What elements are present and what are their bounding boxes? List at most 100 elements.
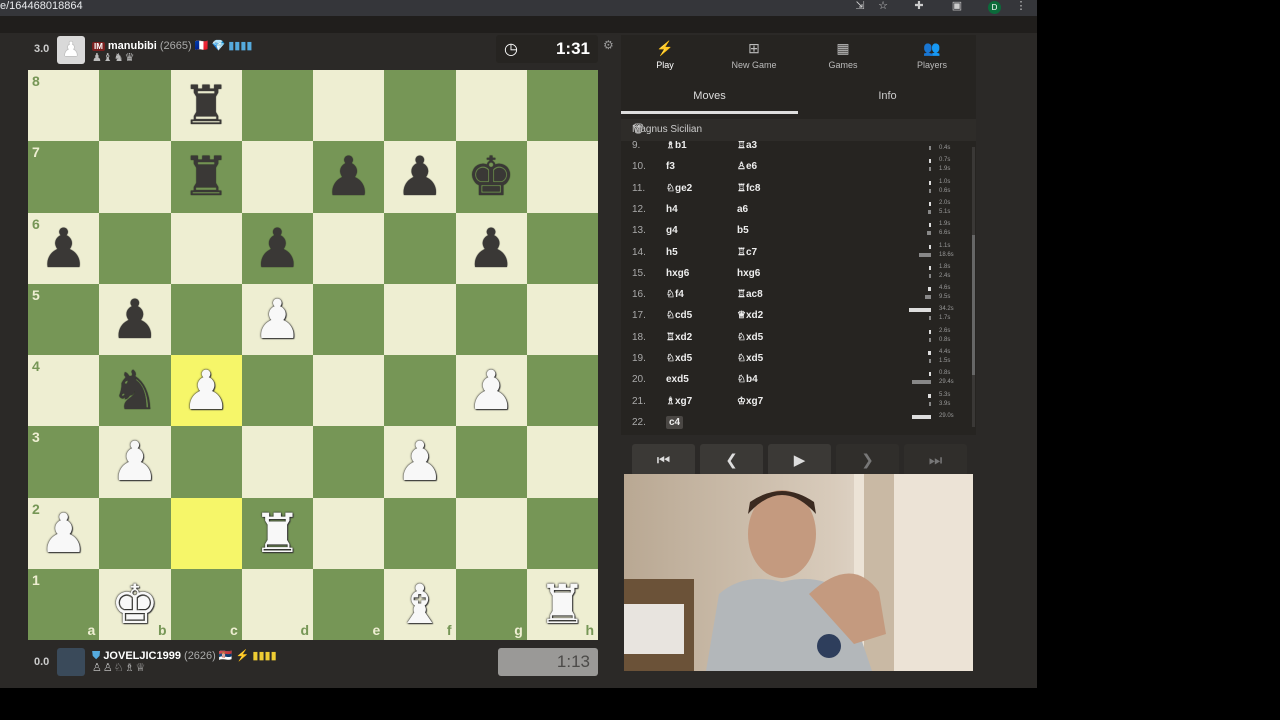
square-a7[interactable]: 7 xyxy=(28,141,100,213)
black-move[interactable]: ♔xg7 xyxy=(737,396,763,407)
next-move-button[interactable]: ❯ xyxy=(836,444,899,476)
chess-board[interactable]: 8 ♜ 7 ♜ ♟ ♟ ♚ 6 ♟ ♟ ♟ 5 ♟ ♟ 4 ♞ ♟ ♟ 3 ♟ ♟ 2 ♟ ♜ 1 a b ♚ c d e f ♝ g h ♜ xyxy=(28,70,598,640)
chess-piece-b5[interactable]: ♟ xyxy=(99,284,170,355)
square-d1[interactable]: d xyxy=(241,568,313,640)
square-f4[interactable] xyxy=(384,355,456,427)
square-a4[interactable]: 4 xyxy=(28,355,100,427)
black-move[interactable]: b5 xyxy=(737,225,749,236)
square-a5[interactable]: 5 xyxy=(28,283,100,355)
square-c1[interactable]: c xyxy=(170,568,242,640)
square-f5[interactable] xyxy=(384,283,456,355)
tab-info[interactable]: Info xyxy=(799,81,976,114)
square-a2[interactable]: 2 ♟ xyxy=(28,497,100,569)
star-icon[interactable]: ☆ xyxy=(876,0,890,13)
address-bar[interactable]: e/164468018864 xyxy=(0,0,83,13)
white-move[interactable]: c4 xyxy=(666,415,684,429)
bottom-player-avatar[interactable] xyxy=(57,648,85,676)
scrollbar-thumb[interactable] xyxy=(972,235,975,375)
square-h1[interactable]: h ♜ xyxy=(526,568,598,640)
square-e6[interactable] xyxy=(313,212,385,284)
profile-avatar[interactable]: D xyxy=(988,1,1001,14)
square-e1[interactable]: e xyxy=(313,568,385,640)
square-b3[interactable]: ♟ xyxy=(99,426,171,498)
square-d8[interactable] xyxy=(241,70,313,142)
chess-piece-c7[interactable]: ♜ xyxy=(171,141,242,212)
square-g2[interactable] xyxy=(455,497,527,569)
chess-piece-c4[interactable]: ♟ xyxy=(171,355,242,426)
square-f1[interactable]: f ♝ xyxy=(384,568,456,640)
install-icon[interactable]: ⇲ xyxy=(853,0,867,13)
chess-piece-h1[interactable]: ♜ xyxy=(527,569,598,640)
square-d6[interactable]: ♟ xyxy=(241,212,313,284)
square-h4[interactable] xyxy=(526,355,598,427)
square-h7[interactable] xyxy=(526,141,598,213)
chess-piece-d5[interactable]: ♟ xyxy=(242,284,313,355)
chess-piece-f3[interactable]: ♟ xyxy=(384,426,455,497)
square-g8[interactable] xyxy=(455,70,527,142)
square-b2[interactable] xyxy=(99,497,171,569)
white-move[interactable]: exd5 xyxy=(666,374,689,385)
black-move[interactable]: ♘xd5 xyxy=(737,353,763,364)
black-move[interactable]: ♖fc8 xyxy=(737,183,760,194)
chess-piece-b4[interactable]: ♞ xyxy=(99,355,170,426)
square-h3[interactable] xyxy=(526,426,598,498)
white-move[interactable]: ♘xd5 xyxy=(666,353,692,364)
square-g4[interactable]: ♟ xyxy=(455,355,527,427)
last-move-button[interactable]: ⏭ xyxy=(904,444,967,476)
tab-moves[interactable]: Moves xyxy=(621,81,798,114)
square-d4[interactable] xyxy=(241,355,313,427)
nav-players[interactable]: 👥 Players xyxy=(888,35,976,77)
white-move[interactable]: h5 xyxy=(666,247,678,258)
chess-piece-b3[interactable]: ♟ xyxy=(99,426,170,497)
square-d5[interactable]: ♟ xyxy=(241,283,313,355)
chess-piece-f1[interactable]: ♝ xyxy=(384,569,455,640)
white-move[interactable]: f3 xyxy=(666,161,675,172)
square-e4[interactable] xyxy=(313,355,385,427)
white-move[interactable]: ♗xg7 xyxy=(666,396,692,407)
play-button[interactable]: ▶ xyxy=(768,444,831,476)
white-move[interactable]: ♘f4 xyxy=(666,289,684,300)
square-b8[interactable] xyxy=(99,70,171,142)
square-g6[interactable]: ♟ xyxy=(455,212,527,284)
chess-piece-b1[interactable]: ♚ xyxy=(99,569,170,640)
white-move[interactable]: g4 xyxy=(666,225,678,236)
square-c4[interactable]: ♟ xyxy=(170,355,242,427)
chess-piece-c8[interactable]: ♜ xyxy=(171,70,242,141)
black-move[interactable]: ♖a3 xyxy=(737,141,757,151)
square-b5[interactable]: ♟ xyxy=(99,283,171,355)
nav-play[interactable]: ⚡ Play xyxy=(621,35,709,77)
square-f6[interactable] xyxy=(384,212,456,284)
black-move[interactable]: a6 xyxy=(737,204,748,215)
square-a3[interactable]: 3 xyxy=(28,426,100,498)
square-f2[interactable] xyxy=(384,497,456,569)
square-b7[interactable] xyxy=(99,141,171,213)
black-move[interactable]: ♖c7 xyxy=(737,247,757,258)
square-a1[interactable]: 1a xyxy=(28,568,100,640)
square-h2[interactable] xyxy=(526,497,598,569)
white-move[interactable]: ♗b1 xyxy=(666,141,687,151)
square-g7[interactable]: ♚ xyxy=(455,141,527,213)
square-c5[interactable] xyxy=(170,283,242,355)
chess-piece-g4[interactable]: ♟ xyxy=(456,355,527,426)
square-d2[interactable]: ♜ xyxy=(241,497,313,569)
gear-icon[interactable]: ⚙ xyxy=(603,38,614,52)
square-b4[interactable]: ♞ xyxy=(99,355,171,427)
chess-piece-g6[interactable]: ♟ xyxy=(456,213,527,284)
trash-icon[interactable]: 🗑 xyxy=(632,124,964,135)
square-c3[interactable] xyxy=(170,426,242,498)
square-h5[interactable] xyxy=(526,283,598,355)
square-h6[interactable] xyxy=(526,212,598,284)
square-g3[interactable] xyxy=(455,426,527,498)
square-c2[interactable] xyxy=(170,497,242,569)
square-c6[interactable] xyxy=(170,212,242,284)
square-a6[interactable]: 6 ♟ xyxy=(28,212,100,284)
square-g1[interactable]: g xyxy=(455,568,527,640)
black-move[interactable]: ♘xd5 xyxy=(737,332,763,343)
black-move[interactable]: ♙e6 xyxy=(737,161,757,172)
nav-games[interactable]: ▦ Games xyxy=(799,35,887,77)
white-move[interactable]: ♘cd5 xyxy=(666,310,692,321)
black-move[interactable]: hxg6 xyxy=(737,268,760,279)
square-e3[interactable] xyxy=(313,426,385,498)
black-move[interactable]: ♘b4 xyxy=(737,374,758,385)
square-c8[interactable]: ♜ xyxy=(170,70,242,142)
